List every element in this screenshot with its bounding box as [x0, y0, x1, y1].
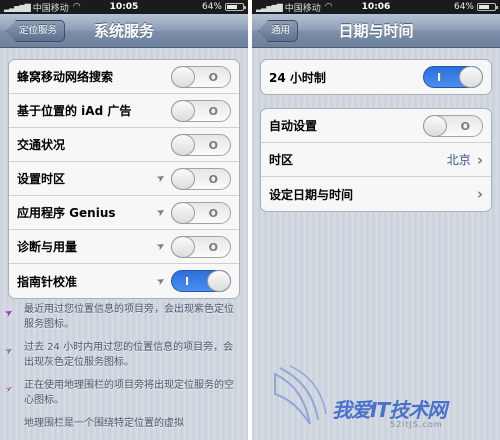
note-item: 地理围栏是一个围绕特定位置的虚拟 [24, 418, 184, 429]
left-screen: ▂▃▅▆▇ 中国移动 ◠ 10:05 64% 定位服务 系统服务 蜂窝移动网络搜… [0, 0, 248, 440]
navigation-bar: 定位服务 系统服务 [0, 14, 248, 48]
iad-toggle[interactable]: O [171, 99, 231, 122]
diagnostics-toggle[interactable]: O [171, 235, 231, 258]
page-title: 日期与时间 [338, 22, 414, 40]
chevron-right-icon: › [476, 150, 483, 169]
system-services-list: 蜂窝移动网络搜索 O 基于位置的 iAd 广告 O 交通状况 O 设置时区 ➤ … [8, 59, 240, 299]
right-screen: ▂▃▅▆▇ 中国移动 ◠ 10:06 64% 通用 日期与时间 24 小时制 I… [252, 0, 500, 440]
setting-row-iad[interactable]: 基于位置的 iAd 广告 O [9, 94, 239, 128]
cellular-search-toggle[interactable]: O [171, 65, 231, 88]
setting-row-compass[interactable]: 指南针校准 ➤ I [9, 264, 239, 298]
navigation-bar: 通用 日期与时间 [252, 14, 500, 48]
battery-icon [477, 3, 498, 11]
back-button[interactable]: 定位服务 [6, 20, 66, 42]
signal-icon: ▂▃▅▆▇ [256, 2, 283, 12]
date-time-group: 自动设置 O 时区 北京 › 设定日期与时间 › [260, 108, 492, 212]
back-button[interactable]: 通用 [258, 20, 299, 42]
24-hour-toggle[interactable]: I [423, 66, 483, 88]
note-item: ➤ 过去 24 小时内用过您的位置信息的项目旁，会出现灰色定位服务图标。 [3, 340, 240, 370]
time-zone-value: 北京 [446, 153, 471, 167]
carrier-label: 中国移动 [32, 3, 69, 14]
setting-label: 交通状况 [17, 138, 66, 152]
setting-label: 自动设置 [269, 119, 318, 133]
note-item: ➤ 最近用过您位置信息的项目旁，会出现紫色定位服务图标。 [3, 302, 240, 332]
genius-toggle[interactable]: O [171, 201, 231, 224]
setting-row-time-zone[interactable]: 设置时区 ➤ O [9, 162, 239, 196]
hour-format-group: 24 小时制 I [260, 59, 492, 95]
setting-row-time-zone[interactable]: 时区 北京 › [261, 143, 491, 177]
setting-row-genius[interactable]: 应用程序 Genius ➤ O [9, 196, 239, 230]
wifi-icon: ◠ [72, 2, 81, 12]
battery-percent: 64% [453, 2, 474, 12]
setting-label: 设置时区 [17, 172, 66, 186]
setting-label: 时区 [269, 153, 294, 167]
status-bar: ▂▃▅▆▇ 中国移动 ◠ 10:05 64% [0, 0, 248, 14]
setting-row-diagnostics[interactable]: 诊断与用量 ➤ O [9, 230, 239, 264]
setting-row-cellular-search[interactable]: 蜂窝移动网络搜索 O [9, 60, 239, 94]
carrier-label: 中国移动 [284, 3, 321, 14]
chevron-right-icon: › [476, 185, 483, 203]
setting-label: 24 小时制 [269, 70, 326, 85]
setting-label: 应用程序 Genius [17, 206, 116, 220]
signal-icon: ▂▃▅▆▇ [4, 2, 31, 12]
time-zone-toggle[interactable]: O [171, 167, 231, 190]
auto-set-toggle[interactable]: O [423, 114, 483, 137]
traffic-toggle[interactable]: O [171, 133, 231, 156]
setting-label: 基于位置的 iAd 广告 [17, 104, 132, 118]
setting-row-auto-set[interactable]: 自动设置 O [261, 109, 491, 143]
setting-row-24-hour[interactable]: 24 小时制 I [261, 60, 491, 94]
setting-label: 指南针校准 [17, 274, 78, 289]
battery-percent: 64% [201, 2, 222, 12]
setting-row-set-date-time[interactable]: 设定日期与时间 › [261, 177, 491, 211]
location-notes: ➤ 最近用过您位置信息的项目旁，会出现紫色定位服务图标。 ➤ 过去 24 小时内… [3, 302, 240, 439]
setting-label: 设定日期与时间 [269, 187, 354, 202]
note-item: ➢ 正在使用地理围栏的项目旁将出现定位服务的空心图标。 [3, 378, 240, 408]
page-title: 系统服务 [93, 22, 154, 40]
compass-toggle[interactable]: I [171, 270, 231, 292]
wifi-icon: ◠ [324, 2, 333, 12]
battery-icon [225, 3, 246, 11]
status-bar: ▂▃▅▆▇ 中国移动 ◠ 10:06 64% [252, 0, 500, 14]
setting-label: 诊断与用量 [17, 240, 78, 254]
setting-row-traffic[interactable]: 交通状况 O [9, 128, 239, 162]
setting-label: 蜂窝移动网络搜索 [17, 70, 114, 84]
